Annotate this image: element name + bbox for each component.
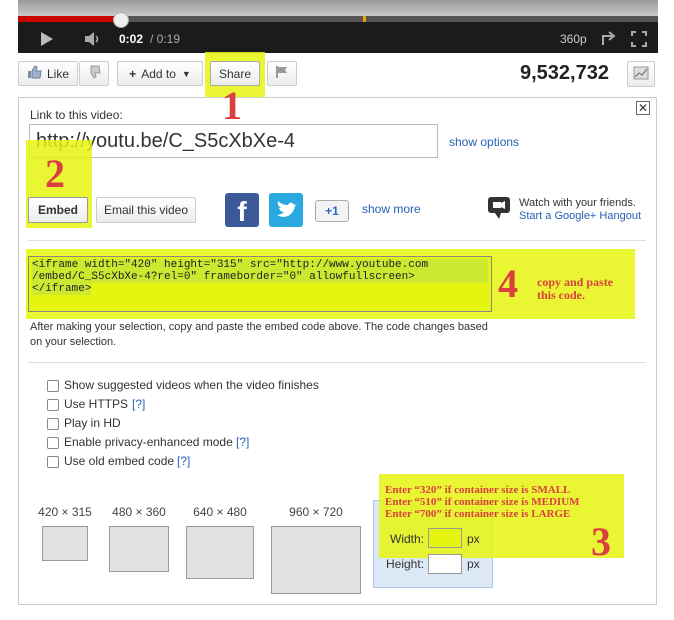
- dislike-button[interactable]: [79, 61, 109, 86]
- checkbox[interactable]: [47, 399, 59, 411]
- annotation-copy-2: this code.: [537, 288, 585, 302]
- close-icon[interactable]: ✕: [636, 101, 650, 115]
- twitter-icon[interactable]: [269, 193, 303, 227]
- code-line-3: </iframe>: [32, 283, 92, 295]
- embed-button[interactable]: Embed: [28, 197, 88, 223]
- size-label: 640 × 480: [193, 505, 247, 519]
- code-line-2: /embed/C_S5cXbXe-4?rel=0" frameborder="0…: [32, 271, 488, 283]
- flag-button[interactable]: [267, 61, 297, 86]
- popout-icon[interactable]: [600, 30, 618, 51]
- width-label: Width:: [390, 532, 425, 546]
- size-label: 480 × 360: [112, 505, 166, 519]
- size-option-420[interactable]: 420 × 315: [30, 505, 100, 561]
- player-controls: 0:02 / 0:19 360p: [18, 12, 658, 53]
- option-label: Play in HD: [64, 416, 121, 430]
- size-label: 420 × 315: [38, 505, 92, 519]
- size-option-960[interactable]: 960 × 720: [270, 505, 362, 594]
- help-text-1: After making your selection, copy and pa…: [30, 321, 488, 333]
- chevron-down-icon: ▼: [181, 68, 191, 79]
- annotation-size-1: Enter “320” if container size is SMALL: [385, 484, 571, 496]
- checkbox[interactable]: [47, 456, 59, 468]
- embed-code-textarea[interactable]: <iframe width="420" height="315" src="ht…: [28, 256, 492, 312]
- email-button[interactable]: Email this video: [96, 197, 196, 223]
- view-count: 9,532,732: [520, 62, 609, 84]
- video-frame[interactable]: [18, 0, 658, 16]
- play-icon[interactable]: [40, 31, 54, 50]
- thumbs-down-icon: [86, 65, 102, 82]
- size-thumbnail: [42, 526, 88, 561]
- chart-icon: [633, 66, 649, 83]
- checkbox[interactable]: [47, 380, 59, 392]
- progress-bar[interactable]: [18, 12, 658, 28]
- divider: [28, 240, 646, 241]
- stats-button[interactable]: [627, 61, 655, 87]
- hangout-link[interactable]: Start a Google+ Hangout: [519, 210, 641, 222]
- option-label: Use HTTPS: [64, 397, 129, 411]
- divider: [28, 362, 646, 363]
- help-text-2: on your selection.: [30, 336, 117, 348]
- progress-fill: [18, 16, 121, 22]
- like-button[interactable]: Like: [18, 61, 78, 86]
- size-thumbnail: [271, 526, 361, 594]
- quality-button[interactable]: 360p: [560, 32, 587, 46]
- flag-icon: [275, 65, 289, 82]
- plus-icon: +: [129, 66, 137, 81]
- progress-marker: [363, 16, 366, 22]
- width-unit: px: [467, 532, 480, 546]
- show-options-link[interactable]: show options: [449, 135, 519, 149]
- size-option-640[interactable]: 640 × 480: [183, 505, 257, 579]
- size-option-480[interactable]: 480 × 360: [104, 505, 174, 572]
- facebook-icon[interactable]: f: [225, 193, 259, 227]
- size-thumbnail: [109, 526, 169, 572]
- fullscreen-icon[interactable]: [630, 30, 648, 51]
- checkbox[interactable]: [47, 418, 59, 430]
- annotation-1: 1: [222, 83, 242, 128]
- total-time: / 0:19: [150, 32, 181, 46]
- show-more-link[interactable]: show more: [362, 202, 421, 216]
- annotation-size-2: Enter “510” if container size is MEDIUM: [385, 496, 580, 508]
- annotation-4: 4: [498, 261, 518, 306]
- help-link[interactable]: [?]: [177, 454, 190, 468]
- annotation-2: 2: [45, 151, 65, 196]
- volume-icon[interactable]: [84, 31, 102, 50]
- checkbox[interactable]: [47, 437, 59, 449]
- gplus-button[interactable]: +1: [315, 200, 349, 222]
- thumbs-up-icon: [27, 65, 43, 82]
- option-label: Use old embed code: [64, 454, 175, 468]
- annotation-size-3: Enter “700” if container size is LARGE: [385, 508, 571, 520]
- link-label: Link to this video:: [30, 108, 123, 122]
- hangout-icon: [487, 195, 513, 224]
- add-to-button[interactable]: + Add to ▼: [117, 61, 203, 86]
- progress-knob[interactable]: [113, 12, 130, 28]
- height-input[interactable]: [428, 554, 462, 574]
- annotation-3: 3: [591, 519, 611, 564]
- height-unit: px: [467, 557, 480, 571]
- height-label: Height:: [386, 557, 425, 571]
- help-link[interactable]: [?]: [132, 397, 145, 411]
- code-line-1: <iframe width="420" height="315" src="ht…: [32, 259, 488, 271]
- width-input[interactable]: [428, 528, 462, 548]
- size-thumbnail: [186, 526, 254, 579]
- help-link[interactable]: [?]: [236, 435, 249, 449]
- option-label: Show suggested videos when the video fin…: [64, 378, 319, 392]
- option-label: Enable privacy-enhanced mode: [64, 435, 233, 449]
- current-time: 0:02: [119, 32, 144, 46]
- size-label: 960 × 720: [289, 505, 343, 519]
- hangout-title: Watch with your friends.: [519, 197, 636, 209]
